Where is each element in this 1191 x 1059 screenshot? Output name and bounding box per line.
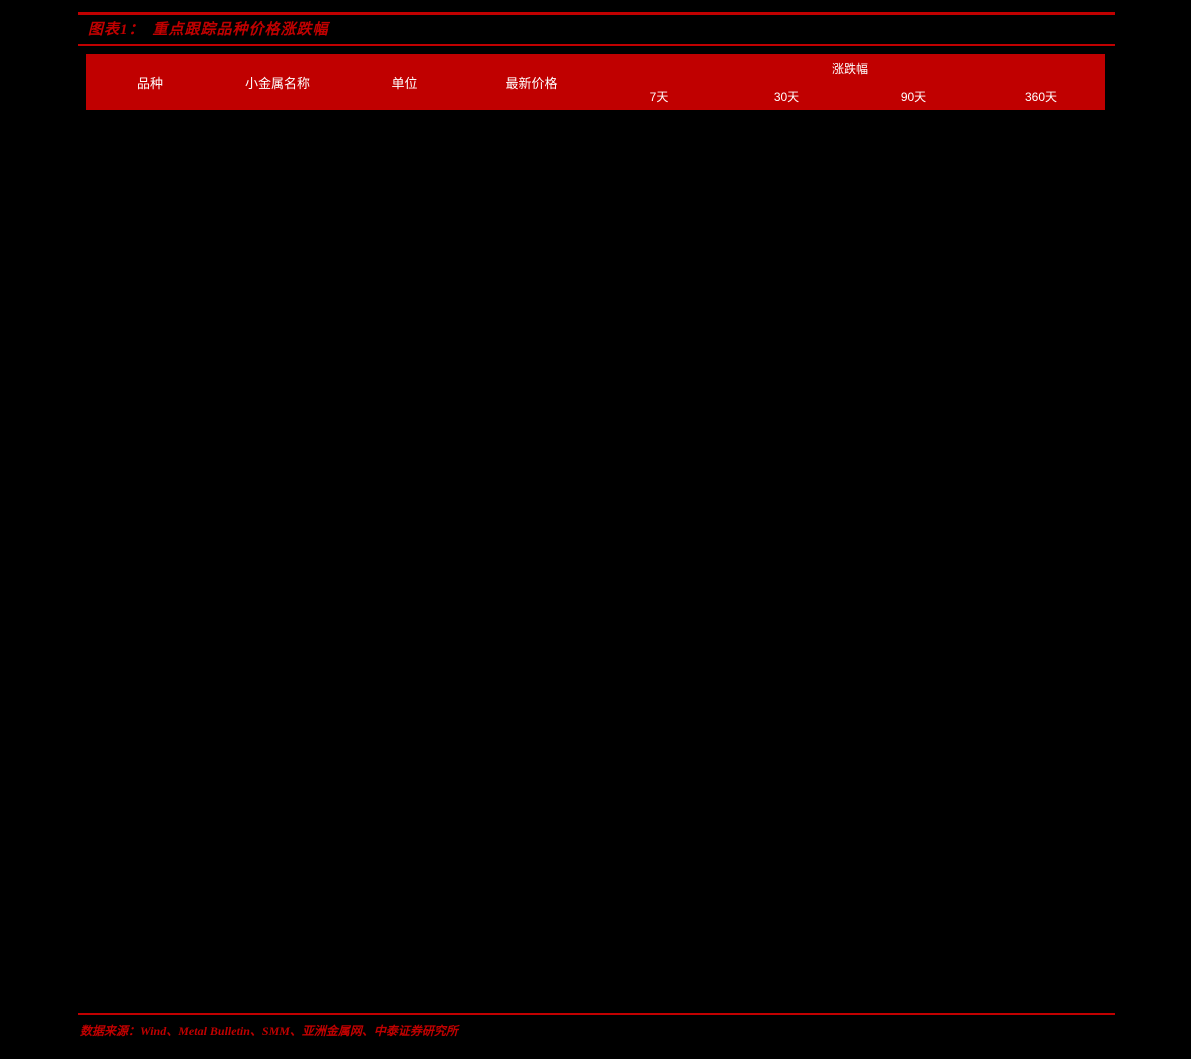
column-header-change-30d: 30天 xyxy=(723,82,850,110)
table-header: 品种 小金属名称 单位 最新价格 涨跌幅 7天 30天 90天 360天 xyxy=(86,54,1106,110)
caption-divider-rule xyxy=(78,44,1115,46)
top-divider-rule xyxy=(78,12,1115,15)
source-note: 数据来源：Wind、Metal Bulletin、SMM、亚洲金属网、中泰证券研… xyxy=(80,1024,458,1038)
price-change-table: 品种 小金属名称 单位 最新价格 涨跌幅 7天 30天 90天 360天 xyxy=(86,54,1106,110)
figure-caption-label: 图表1： xyxy=(88,22,145,38)
column-header-change-90d: 90天 xyxy=(850,82,977,110)
table-header-row-primary: 品种 小金属名称 单位 最新价格 涨跌幅 xyxy=(86,54,1106,110)
column-header-variety: 品种 xyxy=(86,54,214,110)
column-header-change-360d: 360天 xyxy=(977,82,1106,110)
figure-container: 图表1： 重点跟踪品种价格涨跌幅 品种 小金属名称 单位 最新价格 涨跌幅 7天… xyxy=(0,0,1191,1059)
column-header-unit: 单位 xyxy=(341,54,468,110)
column-header-latest-price: 最新价格 xyxy=(468,54,595,110)
column-group-header-price-change: 涨跌幅 xyxy=(595,54,1106,82)
figure-caption-text: 重点跟踪品种价格涨跌幅 xyxy=(152,22,329,38)
footer-divider-rule xyxy=(78,1013,1115,1015)
figure-caption: 图表1： 重点跟踪品种价格涨跌幅 xyxy=(88,18,329,42)
column-header-minor-metal-name: 小金属名称 xyxy=(214,54,341,110)
price-change-table-wrapper: 品种 小金属名称 单位 最新价格 涨跌幅 7天 30天 90天 360天 xyxy=(86,54,1106,1000)
column-header-change-7d: 7天 xyxy=(595,82,723,110)
